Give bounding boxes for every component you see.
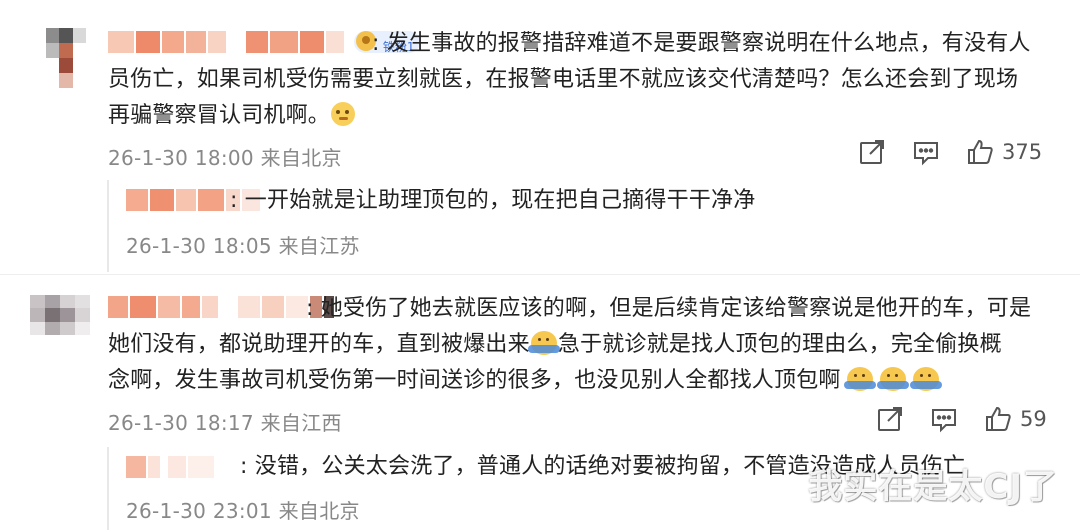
- reply-timestamp: 26-1-30 18:05 来自江苏: [126, 234, 360, 258]
- watermark: 我实在是太CJ了: [808, 467, 1058, 507]
- comment-text: : 发生事故的报警措辞难道不是要跟警察说明在什么地点，有没有人: [372, 31, 1031, 56]
- reply-timestamp: 26-1-30 23:01 来自北京: [126, 499, 360, 523]
- comment-actions: 375: [858, 138, 1042, 166]
- avatar[interactable]: [46, 28, 86, 88]
- reply-username-redacted[interactable]: [126, 455, 214, 479]
- comment-actions: 59: [876, 405, 1047, 433]
- share-icon[interactable]: [858, 138, 886, 166]
- reply-indent-bar: [107, 180, 109, 272]
- comment-timestamp: 26-1-30 18:17 来自江西: [108, 411, 342, 435]
- shrug-emoji: [843, 367, 876, 391]
- reply-indent-bar: [107, 447, 109, 530]
- reply-text: : 一开始就是让助理顶包的，现在把自己摘得干干净净: [230, 188, 756, 213]
- share-icon[interactable]: [876, 405, 904, 433]
- thinking-face-emoji: [331, 102, 356, 126]
- comment-text-cont: 她们没有，都说助理开的车，直到被爆出来 急于就诊就是找人顶包的理由么，完全偷换概 …: [108, 331, 1002, 393]
- shrug-emoji: [909, 367, 942, 391]
- comment-text-cont: 员伤亡，如果司机受伤需要立刻就医，在报警电话里不就应该交代清楚吗？怎么还会到了现…: [108, 67, 1019, 128]
- like-icon[interactable]: [984, 405, 1012, 433]
- comment-text: : 她受伤了她去就医应该的啊，但是后续肯定该给警察说是他开的车，可是: [306, 296, 1032, 321]
- like-count: 375: [1002, 140, 1043, 164]
- comment-timestamp: 26-1-30 18:00 来自北京: [108, 146, 342, 170]
- like-count: 59: [1020, 407, 1047, 431]
- avatar[interactable]: [30, 295, 90, 335]
- comment-1: 铁粉1 : 发生事故的报警措辞难道不是要跟警察说明在什么地点，有没有人 员伤亡，…: [0, 0, 1080, 272]
- comment-icon[interactable]: [930, 405, 958, 433]
- shrug-emoji: [527, 331, 560, 355]
- username-redacted[interactable]: [108, 295, 334, 319]
- comment-icon[interactable]: [912, 138, 940, 166]
- like-icon[interactable]: [966, 138, 994, 166]
- shrug-emoji: [876, 367, 909, 391]
